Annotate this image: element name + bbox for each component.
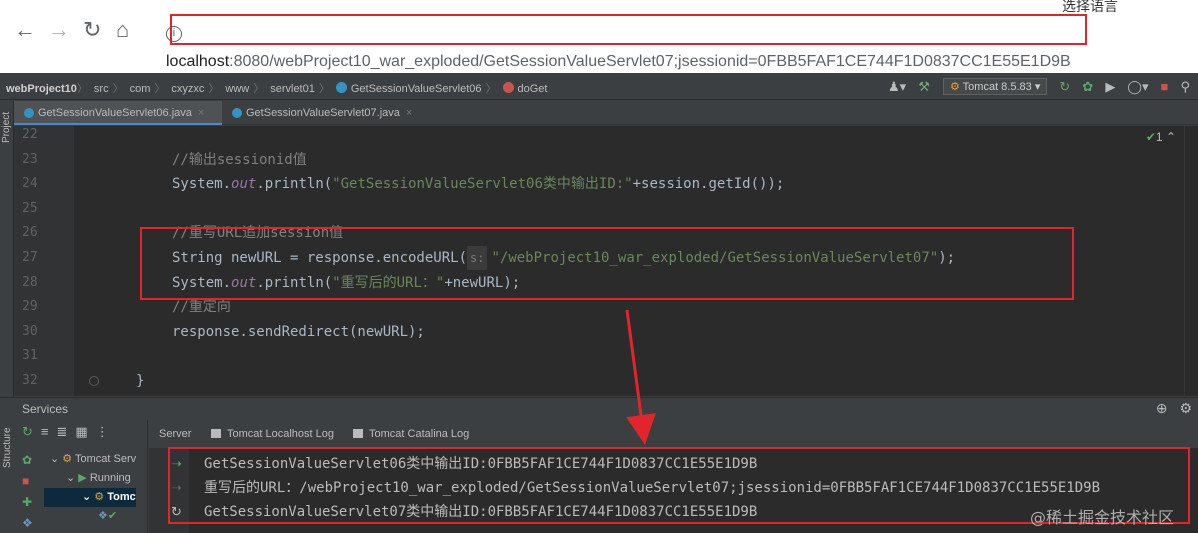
watermark: @稀土掘金技术社区 [1030, 508, 1175, 527]
annotation-arrow [625, 309, 656, 445]
screenshot-root: ← → ↻ ⌂ ilocalhost:8080/webProject10_war… [0, 0, 1198, 533]
